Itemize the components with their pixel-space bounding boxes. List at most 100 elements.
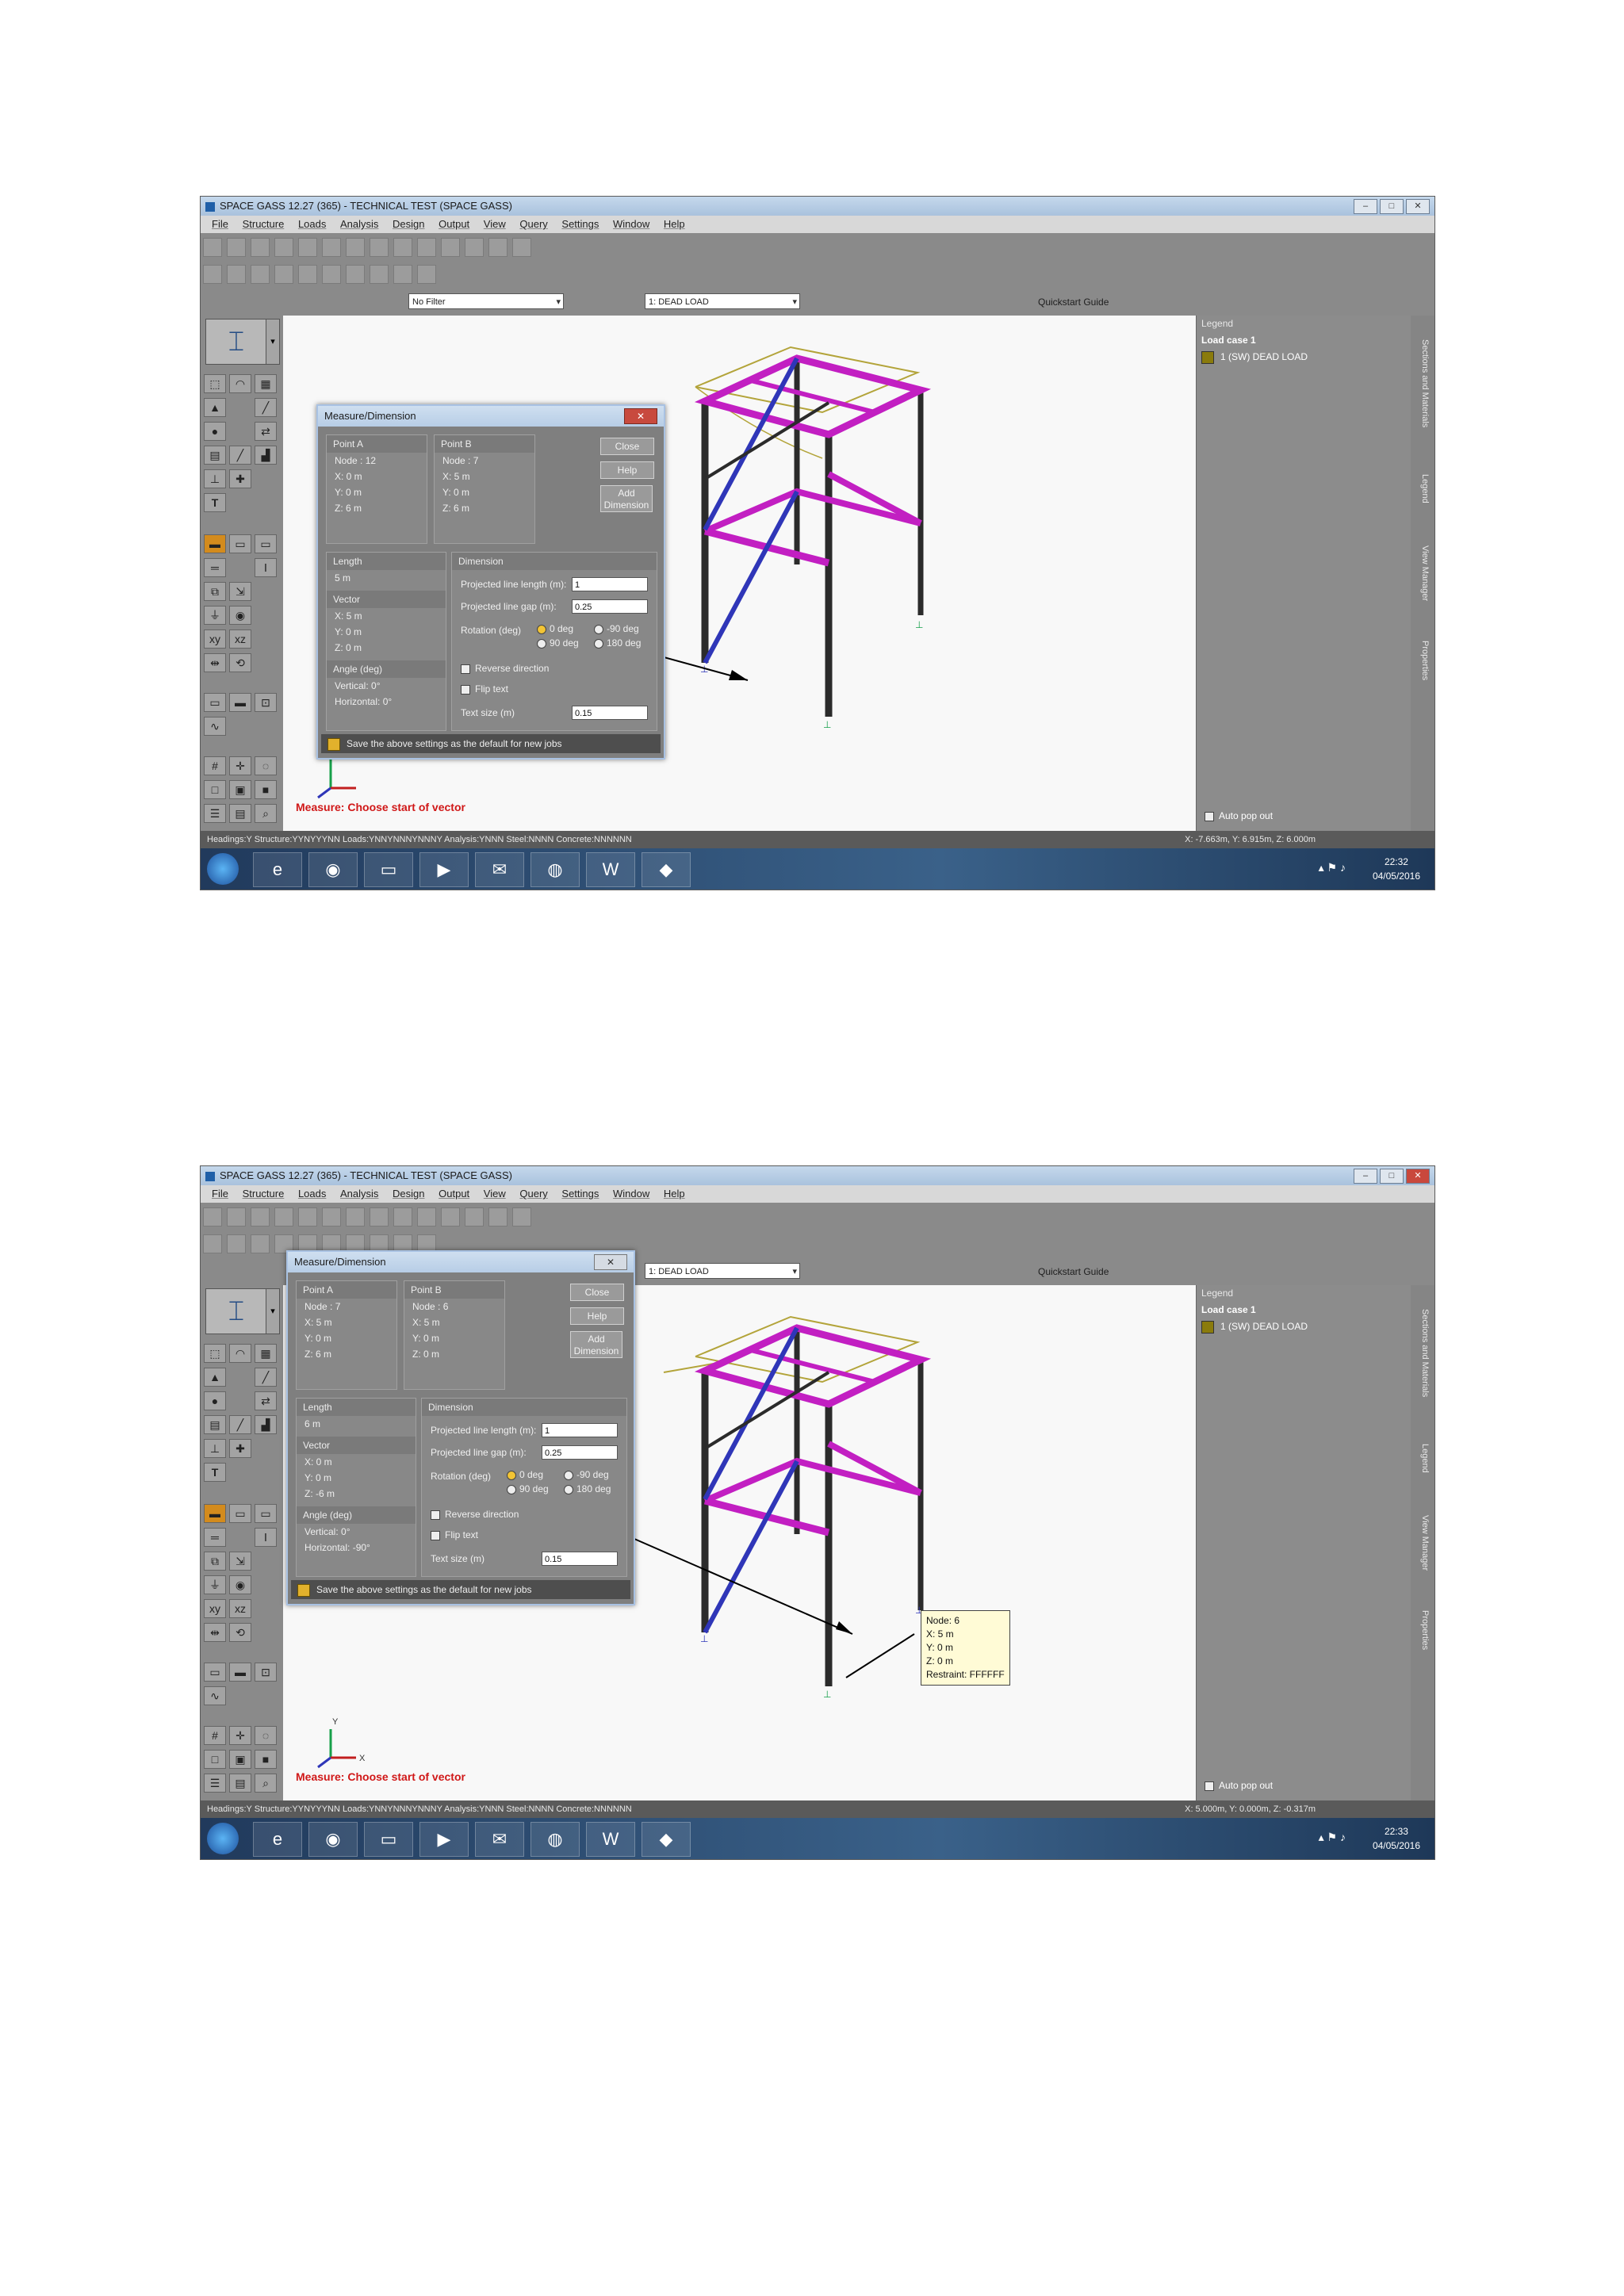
xz-view-icon[interactable]: xz xyxy=(229,1599,251,1618)
ruler-icon[interactable]: ▬ xyxy=(204,534,226,553)
pan-icon[interactable] xyxy=(441,1207,460,1226)
tab-view-manager[interactable]: View Manager xyxy=(1414,545,1430,601)
add-dimension-button[interactable]: Add Dimension xyxy=(570,1331,622,1358)
cut-icon[interactable] xyxy=(346,238,365,257)
support-icon[interactable]: ⊥ xyxy=(204,1439,226,1458)
close-window-button[interactable]: ✕ xyxy=(1406,199,1430,214)
eye-icon[interactable]: ◉ xyxy=(229,606,251,625)
line-tool-icon[interactable]: ╱ xyxy=(255,1368,277,1387)
save-defaults-bar[interactable]: Save the above settings as the default f… xyxy=(321,734,661,753)
box-icon[interactable]: □ xyxy=(204,780,226,799)
menu-view[interactable]: View xyxy=(484,218,506,230)
xy-view-icon[interactable]: xy xyxy=(204,629,226,649)
menu-loads[interactable]: Loads xyxy=(298,218,326,230)
menu-window[interactable]: Window xyxy=(613,1188,649,1200)
ie-icon[interactable]: e xyxy=(253,1822,302,1857)
table-icon[interactable]: ▤ xyxy=(204,1415,226,1434)
new-file-icon[interactable] xyxy=(203,238,222,257)
quickstart-guide-button[interactable]: Quickstart Guide xyxy=(1038,297,1109,308)
box-icon[interactable]: □ xyxy=(204,1750,226,1769)
align-icon[interactable]: ═ xyxy=(204,1528,226,1547)
rotation-0-radio[interactable]: 0 deg xyxy=(537,623,573,634)
cut-icon[interactable] xyxy=(346,1207,365,1226)
frame-icon[interactable]: ▭ xyxy=(204,693,226,712)
report-icon[interactable]: ▤ xyxy=(229,1774,251,1793)
menu-structure[interactable]: Structure xyxy=(243,1188,285,1200)
select-arc-icon[interactable]: ◠ xyxy=(229,374,251,393)
undo-icon[interactable] xyxy=(298,1207,317,1226)
rotation-90-radio[interactable]: 90 deg xyxy=(537,637,579,649)
add-dimension-button[interactable]: Add Dimension xyxy=(600,485,653,512)
render-icon[interactable] xyxy=(488,238,508,257)
material-icon[interactable] xyxy=(322,265,341,284)
area-icon[interactable]: ▭ xyxy=(255,534,277,553)
frame-icon[interactable]: ▭ xyxy=(204,1663,226,1682)
rotate-icon[interactable] xyxy=(465,1207,484,1226)
start-button[interactable] xyxy=(207,853,239,885)
mail-icon[interactable]: ✉ xyxy=(475,1822,524,1857)
minimize-button[interactable]: – xyxy=(1354,1169,1377,1184)
select-arc-icon[interactable]: ◠ xyxy=(229,1344,251,1363)
report-icon[interactable]: ▤ xyxy=(229,804,251,823)
ruler-icon[interactable]: ▬ xyxy=(204,1504,226,1523)
copy-icon[interactable] xyxy=(370,238,389,257)
connect-icon[interactable]: ⇄ xyxy=(255,1391,277,1410)
beam-icon[interactable]: ▬ xyxy=(229,1663,251,1682)
text-size-input[interactable]: 0.15 xyxy=(542,1552,618,1566)
text-size-input[interactable]: 0.15 xyxy=(572,706,648,720)
help-button[interactable]: Help xyxy=(570,1307,624,1325)
auto-pop-out-checkbox[interactable]: Auto pop out xyxy=(1205,1780,1273,1791)
menu-help[interactable]: Help xyxy=(664,218,685,230)
quickstart-guide-button[interactable]: Quickstart Guide xyxy=(1038,1266,1109,1277)
menu-output[interactable]: Output xyxy=(439,218,469,230)
word-icon[interactable]: W xyxy=(586,852,635,887)
maximize-button[interactable]: □ xyxy=(1380,1169,1404,1184)
copy-tool-icon[interactable]: ⧉ xyxy=(204,1552,226,1571)
copy-icon[interactable] xyxy=(370,1207,389,1226)
spacegass-task-icon[interactable]: ◆ xyxy=(642,1822,691,1857)
menu-window[interactable]: Window xyxy=(613,218,649,230)
wave-icon[interactable]: ∿ xyxy=(204,1686,226,1705)
dialog-close-icon[interactable]: ✕ xyxy=(594,1254,627,1270)
tray-icons[interactable]: ▴ ⚑ ♪ xyxy=(1319,861,1346,874)
draw-member-icon[interactable]: ▲ xyxy=(204,1368,226,1387)
eye-icon[interactable]: ◉ xyxy=(229,1575,251,1594)
box-grid-icon[interactable]: ▣ xyxy=(229,1750,251,1769)
menu-analysis[interactable]: Analysis xyxy=(340,1188,378,1200)
copy-tool-icon[interactable]: ⧉ xyxy=(204,582,226,601)
loadcase-select[interactable]: 1: DEAD LOAD xyxy=(645,1263,800,1280)
tab-properties[interactable]: Properties xyxy=(1414,641,1430,680)
zoom-window-icon[interactable]: ⊡ xyxy=(255,693,277,712)
select-window-icon[interactable]: ⬚ xyxy=(204,374,226,393)
solid-icon[interactable]: ■ xyxy=(255,1750,277,1769)
solid-icon[interactable]: ■ xyxy=(255,780,277,799)
beam-icon[interactable]: ▬ xyxy=(229,693,251,712)
tab-sections-materials[interactable]: Sections and Materials xyxy=(1414,339,1430,427)
paste-icon[interactable] xyxy=(393,238,412,257)
print-icon[interactable] xyxy=(274,1207,293,1226)
flip-text-checkbox[interactable]: Flip text xyxy=(431,1529,478,1540)
menu-design[interactable]: Design xyxy=(393,218,424,230)
print-icon[interactable] xyxy=(274,238,293,257)
zoom-window-icon[interactable]: ⊡ xyxy=(255,1663,277,1682)
render-icon[interactable] xyxy=(488,1207,508,1226)
diagonal-icon[interactable]: ╱ xyxy=(229,446,251,465)
save-file-icon[interactable] xyxy=(251,238,270,257)
query-icon[interactable] xyxy=(417,265,436,284)
menu-analysis[interactable]: Analysis xyxy=(340,218,378,230)
line-tool-icon[interactable]: ╱ xyxy=(255,398,277,417)
connect-icon[interactable]: ⇄ xyxy=(255,422,277,441)
view-icon[interactable] xyxy=(393,265,412,284)
chevron-down-icon[interactable]: ▾ xyxy=(266,1288,280,1334)
globe-icon[interactable]: ◍ xyxy=(530,1822,580,1857)
draw-member-icon[interactable]: ▲ xyxy=(204,398,226,417)
help-button[interactable]: Help xyxy=(600,461,654,479)
select-window-icon[interactable]: ⬚ xyxy=(204,1344,226,1363)
steel-section-icon[interactable]: ⌶ xyxy=(205,1288,267,1334)
folder-icon[interactable]: ▭ xyxy=(364,1822,413,1857)
rotation-minus90-radio[interactable]: -90 deg xyxy=(594,623,639,634)
tab-view-manager[interactable]: View Manager xyxy=(1414,1515,1430,1571)
align-icon[interactable]: ═ xyxy=(204,558,226,577)
support-icon[interactable]: ⊥ xyxy=(204,469,226,488)
rotation-minus90-radio[interactable]: -90 deg xyxy=(564,1469,609,1480)
